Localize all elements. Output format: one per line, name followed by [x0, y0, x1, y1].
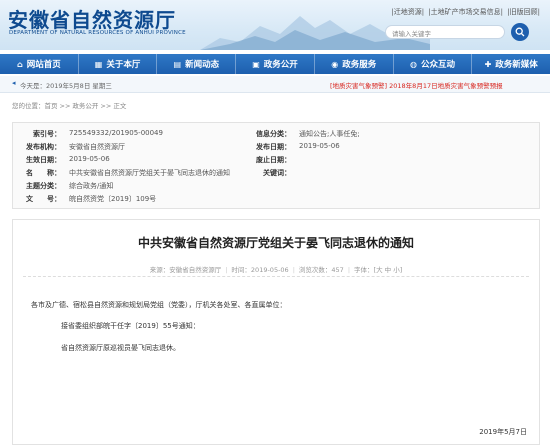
article-title: 中共安徽省自然资源厅党组关于晏飞同志退休的通知 — [137, 236, 414, 250]
doc-no-value: 皖自然资党〔2019〕109号 — [69, 195, 157, 203]
keywords-label: 关键词： — [263, 169, 291, 177]
breadcrumb: 您的位置：首页 >> 政务公开 >> 正文 — [12, 100, 126, 110]
breadcrumb-gov-affairs[interactable]: 政务公开 — [72, 102, 98, 110]
top-link-land-trading[interactable]: |土地矿产市场交易信息| — [428, 8, 503, 16]
nav-label-interaction: 公众互动 — [420, 60, 455, 70]
document-info-table: 索引号： 725549332/201905-00049 信息分类： 通知公告;人… — [12, 122, 540, 209]
search-icon — [515, 27, 525, 37]
repeal-date-label: 废止日期： — [256, 156, 291, 164]
nav-label-gov-service: 政务服务 — [342, 60, 377, 70]
nav-label-home: 网站首页 — [26, 60, 61, 70]
header-banner: 安徽省自然资源厅 DEPARTMENT OF NATURAL RESOURCES… — [0, 0, 550, 50]
nav-item-gov-service[interactable]: ◉ 政务服务 — [315, 54, 394, 74]
font-size-suffix: ] — [399, 266, 403, 274]
font-size-large[interactable]: 大 — [376, 266, 383, 274]
service-icon: ◉ — [331, 59, 339, 69]
divider — [23, 276, 529, 277]
media-icon: ✚ — [484, 59, 492, 69]
ticker-bar: ◂ 今天是：2019年5月8日 星期三 [地质灾害气象预警] 2018年8月17… — [0, 76, 550, 93]
category-label: 信息分类： — [256, 130, 291, 138]
nav-item-news[interactable]: ▤ 新闻动态 — [157, 54, 237, 74]
article-views: 浏览次数：457 — [298, 266, 344, 274]
signature-date: 2019年5月7日 — [479, 428, 527, 436]
info-row: 生效日期： 2019-05-06 废止日期： — [13, 155, 539, 167]
font-size-medium[interactable]: 中 — [385, 266, 392, 274]
pub-date-label: 发布日期： — [256, 143, 291, 151]
nav-label-gov-affairs: 政务公开 — [263, 60, 298, 70]
breadcrumb-prefix: 您的位置： — [12, 102, 45, 110]
font-size-prefix: 字体：[ — [354, 266, 377, 274]
nav-label-about: 关于本厅 — [106, 60, 141, 70]
breadcrumb-separator: >> — [59, 102, 71, 110]
article-date: 时间：2019-05-06 — [231, 266, 289, 274]
article-panel: 中共安徽省自然资源厅党组关于晏飞同志退休的通知 来源：安徽省自然资源厅 | 时间：2… — [12, 219, 540, 445]
index-no-label: 索引号： — [33, 130, 61, 138]
nav-item-gov-affairs[interactable]: ▣ 政务公开 — [236, 54, 315, 74]
doc-name-label: 名 称： — [26, 169, 61, 177]
info-row: 文 号： 皖自然资党〔2019〕109号 — [13, 194, 539, 206]
home-icon: ⌂ — [16, 59, 23, 69]
topic-value: 综合政务/通知 — [69, 182, 114, 190]
chat-icon: ◍ — [409, 59, 417, 69]
article-meta: 来源：安徽省自然资源厅 | 时间：2019-05-06 | 浏览次数：457 | 字体：[大… — [149, 266, 403, 274]
nav-item-about[interactable]: ▦ 关于本厅 — [79, 54, 158, 74]
breadcrumb-separator: >> — [100, 102, 112, 110]
news-icon: ▤ — [173, 59, 182, 69]
search-button[interactable] — [511, 23, 529, 41]
doc-name-value: 中共安徽省自然资源厅党组关于晏飞同志退休的通知 — [69, 169, 230, 177]
folder-icon: ▣ — [252, 59, 260, 69]
breadcrumb-home[interactable]: 首页 — [45, 102, 58, 110]
article-paragraph: 各市及广德、宿松县自然资源和规划局党组（党委），厅机关各处室、各直属单位： — [31, 301, 287, 309]
font-size-switcher: 字体：[大 中 小] — [354, 266, 402, 274]
geo-hazard-alert-link[interactable]: [地质灾害气象预警] 2018年8月17日地质灾害气象预警预报 — [330, 80, 503, 90]
pub-date-value: 2019-05-06 — [299, 142, 340, 150]
nav-label-new-media: 政务新媒体 — [495, 60, 538, 70]
speaker-icon: ◂ — [12, 79, 16, 87]
issuer-label: 发布机构： — [26, 143, 61, 151]
effective-date-label: 生效日期： — [26, 156, 61, 164]
top-link-relocation[interactable]: |迁地资源| — [391, 8, 424, 16]
info-row: 发布机构： 安徽省自然资源厅 发布日期： 2019-05-06 — [13, 142, 539, 154]
site-logo-english: DEPARTMENT OF NATURAL RESOURCES OF ANHUI… — [9, 30, 186, 36]
main-nav: ⌂ 网站首页 ▦ 关于本厅 ▤ 新闻动态 ▣ 政务公开 ◉ 政务服务 ◍ 公众互动 ✚ 政务新… — [0, 54, 550, 74]
nav-item-new-media[interactable]: ✚ 政务新媒体 — [472, 54, 550, 74]
article-paragraph: 接省委组织部皖干任字〔2019〕55号通知： — [61, 322, 200, 330]
current-date: 今天是：2019年5月8日 星期三 — [20, 82, 112, 90]
index-no-value: 725549332/201905-00049 — [69, 129, 163, 137]
topic-label: 主题分类： — [26, 182, 61, 190]
nav-label-news: 新闻动态 — [185, 60, 220, 70]
nav-item-home[interactable]: ⌂ 网站首页 — [0, 54, 79, 74]
top-link-old-version[interactable]: |旧版回顾| — [507, 8, 540, 16]
site-logo[interactable]: 安徽省自然资源厅 — [8, 4, 176, 33]
doc-no-label: 文 号： — [26, 195, 61, 203]
issuer-value: 安徽省自然资源厅 — [69, 143, 125, 151]
info-row: 名 称： 中共安徽省自然资源厅党组关于晏飞同志退休的通知 关键词： — [13, 168, 539, 180]
top-links: |迁地资源| |土地矿产市场交易信息| |旧版回顾| — [389, 7, 540, 17]
search-input[interactable]: 请输入关键字 — [385, 25, 505, 39]
info-row: 索引号： 725549332/201905-00049 信息分类： 通知公告;人… — [13, 129, 539, 141]
article-paragraph: 省自然资源厅原巡视员晏飞同志退休。 — [61, 344, 180, 352]
nav-item-interaction[interactable]: ◍ 公众互动 — [394, 54, 473, 74]
category-value: 通知公告;人事任免; — [299, 130, 360, 138]
info-row: 主题分类： 综合政务/通知 — [13, 181, 539, 193]
effective-date-value: 2019-05-06 — [69, 155, 110, 163]
article-source: 来源：安徽省自然资源厅 — [149, 266, 222, 274]
breadcrumb-current: 正文 — [113, 102, 127, 110]
building-icon: ▦ — [94, 59, 103, 69]
